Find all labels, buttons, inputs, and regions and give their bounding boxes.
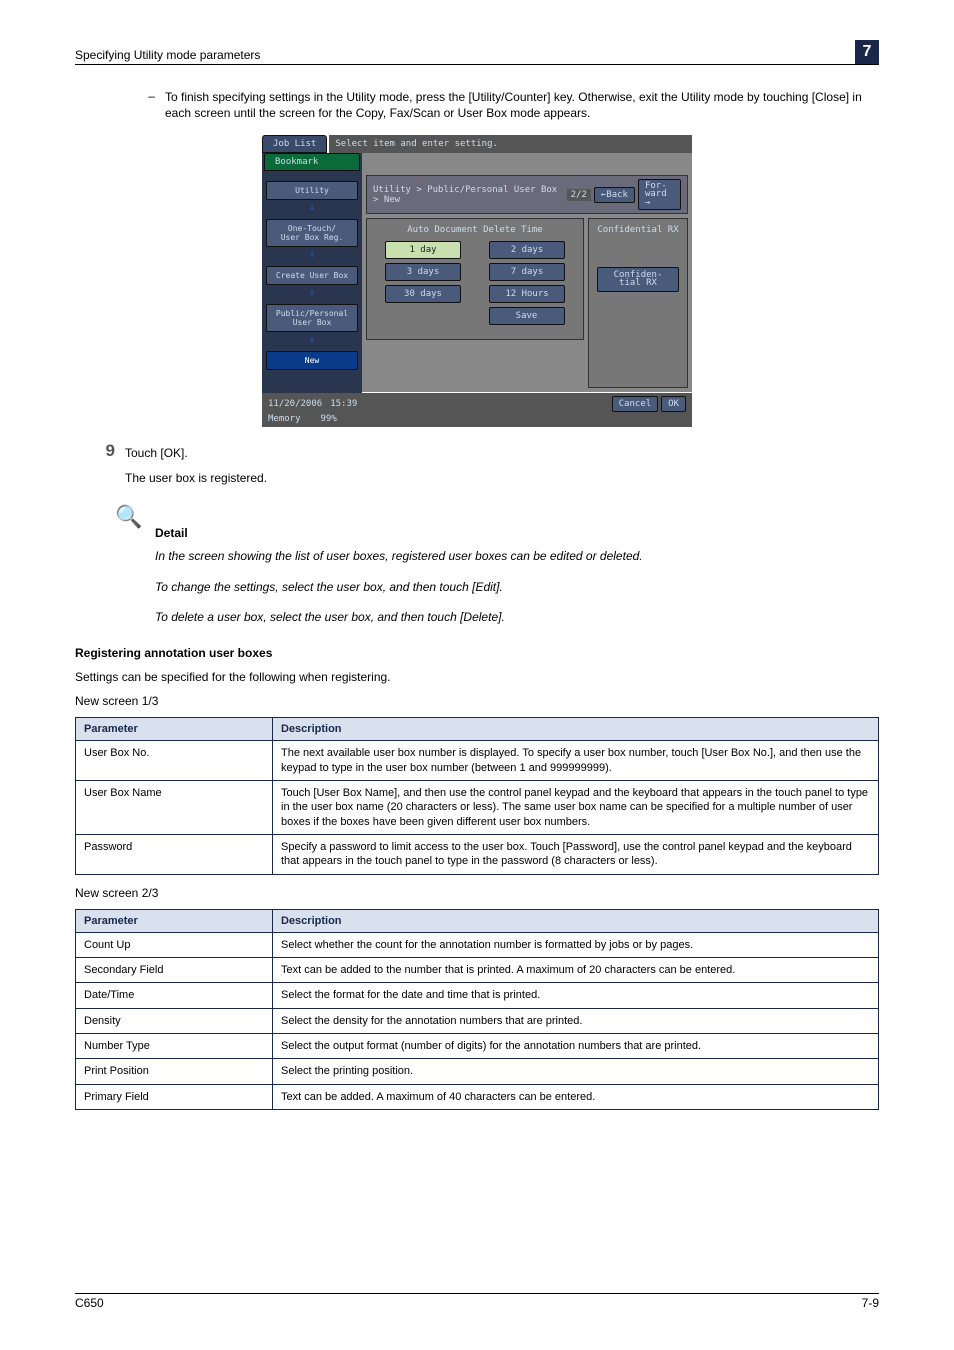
table-row: PasswordSpecify a password to limit acce… <box>76 834 879 874</box>
panel-title-confidential: Confidential RX <box>593 225 683 235</box>
footer-model: C650 <box>75 1296 104 1310</box>
ok-button[interactable]: OK <box>661 396 686 412</box>
th-description: Description <box>273 909 879 932</box>
breadcrumb: Utility > Public/Personal User Box > New <box>373 185 567 205</box>
tab-job-list[interactable]: Job List <box>262 135 327 153</box>
table-row: Primary FieldText can be added. A maximu… <box>76 1084 879 1109</box>
option-confidential-rx[interactable]: Confiden- tial RX <box>597 267 679 292</box>
table-row: Number TypeSelect the output format (num… <box>76 1033 879 1058</box>
parameters-table-1: Parameter Description User Box No.The ne… <box>75 717 879 874</box>
th-parameter: Parameter <box>76 718 273 741</box>
cancel-button[interactable]: Cancel <box>612 396 659 412</box>
detail-heading: Detail <box>155 526 879 540</box>
detail-p2: To change the settings, select the user … <box>155 579 879 595</box>
panel-title-delete-time: Auto Document Delete Time <box>371 225 579 235</box>
table2-caption: New screen 2/3 <box>75 885 879 901</box>
bullet-text: To finish specifying settings in the Uti… <box>165 89 879 121</box>
chapter-number-box: 7 <box>855 40 879 64</box>
table-row: User Box NameTouch [User Box Name], and … <box>76 781 879 835</box>
option-1-day[interactable]: 1 day <box>385 241 461 259</box>
step-9-text: Touch [OK]. <box>125 445 879 462</box>
option-30-days[interactable]: 30 days <box>385 285 461 303</box>
th-description: Description <box>273 718 879 741</box>
footer-page: 7-9 <box>862 1296 879 1310</box>
page-indicator: 2/2 <box>567 189 591 201</box>
table1-caption: New screen 1/3 <box>75 693 879 709</box>
option-3-days[interactable]: 3 days <box>385 263 461 281</box>
bullet-dash: – <box>115 89 165 121</box>
arrow-down-icon: ↓ <box>266 287 358 298</box>
th-parameter: Parameter <box>76 909 273 932</box>
step-9-result: The user box is registered. <box>125 470 879 486</box>
detail-p3: To delete a user box, select the user bo… <box>155 609 879 625</box>
step-number-9: 9 <box>75 441 125 486</box>
back-button[interactable]: ←Back <box>594 187 635 203</box>
parameters-table-2: Parameter Description Count UpSelect whe… <box>75 909 879 1110</box>
option-7-days[interactable]: 7 days <box>489 263 565 281</box>
table-row: Count UpSelect whether the count for the… <box>76 932 879 957</box>
status-memory-label: Memory <box>268 414 301 424</box>
running-header: Specifying Utility mode parameters <box>75 48 260 62</box>
table-row: DensitySelect the density for the annota… <box>76 1008 879 1033</box>
section-title: Registering annotation user boxes <box>75 645 879 661</box>
sidebar-public-personal[interactable]: Public/Personal User Box <box>266 304 358 332</box>
table-row: Date/TimeSelect the format for the date … <box>76 983 879 1008</box>
table-row: Secondary FieldText can be added to the … <box>76 958 879 983</box>
arrow-down-icon: ↓ <box>266 334 358 345</box>
table-row: User Box No.The next available user box … <box>76 741 879 781</box>
option-2-days[interactable]: 2 days <box>489 241 565 259</box>
forward-button[interactable]: For- ward → <box>638 179 681 209</box>
section-intro: Settings can be specified for the follow… <box>75 669 879 685</box>
table-row: Print PositionSelect the printing positi… <box>76 1059 879 1084</box>
arrow-down-icon: ↓ <box>266 249 358 260</box>
arrow-down-icon: ↓ <box>266 202 358 213</box>
detail-p1: In the screen showing the list of user b… <box>155 548 879 564</box>
sidebar-utility[interactable]: Utility <box>266 181 358 200</box>
tab-bookmark[interactable]: Bookmark <box>264 153 360 171</box>
lcd-screenshot: Job List Select item and enter setting. … <box>262 135 692 427</box>
sidebar-new[interactable]: New <box>266 351 358 370</box>
status-time: 15:39 <box>330 399 357 409</box>
option-save[interactable]: Save <box>489 307 565 325</box>
sidebar-onetouch[interactable]: One-Touch/ User Box Reg. <box>266 219 358 247</box>
sidebar-create-userbox[interactable]: Create User Box <box>266 266 358 285</box>
status-date: 11/20/2006 <box>268 399 322 409</box>
sidebar: Utility ↓ One-Touch/ User Box Reg. ↓ Cre… <box>262 171 362 393</box>
status-message: Select item and enter setting. <box>329 135 692 153</box>
status-memory-value: 99% <box>321 414 337 424</box>
option-12-hours[interactable]: 12 Hours <box>489 285 565 303</box>
